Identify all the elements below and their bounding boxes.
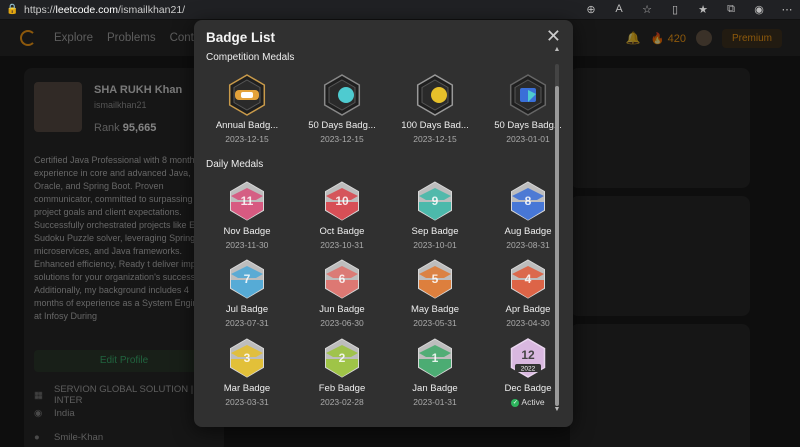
extension-icon[interactable]: ◉	[752, 3, 766, 16]
daily-medal-icon: 9	[418, 181, 452, 221]
svg-text:11: 11	[241, 194, 254, 208]
badge-item[interactable]: 5 May Badge 2023-05-31	[391, 258, 479, 328]
check-icon: ✓	[511, 398, 520, 407]
badge-date: 2023-06-30	[320, 318, 364, 328]
badge-name: Nov Badge	[223, 226, 271, 237]
daily-medals-title: Daily Medals	[206, 159, 264, 170]
badge-item[interactable]: 100 Days Bad... 2023-12-15	[391, 74, 479, 144]
badge-item[interactable]: 11 Nov Badge 2023-11-30	[203, 180, 291, 250]
daily-medal-icon: 7	[230, 259, 264, 299]
split-screen-icon[interactable]: ▯	[668, 3, 682, 16]
favorite-icon[interactable]: ☆	[640, 3, 654, 16]
browser-address-bar: 🔒 https://leetcode.com/ismailkhan21/ ⊕ A…	[0, 0, 800, 20]
badge-name: May Badge	[410, 304, 460, 315]
100-days-badge-icon	[416, 74, 454, 116]
badge-date: 2023-07-31	[225, 318, 269, 328]
favorites-icon[interactable]: ★	[696, 3, 710, 16]
svg-text:10: 10	[335, 194, 349, 208]
more-icon[interactable]: ⋯	[780, 3, 794, 16]
svg-text:9: 9	[432, 194, 439, 208]
badge-item[interactable]: 3 Mar Badge 2023-03-31	[203, 337, 291, 407]
badge-item[interactable]: 7 Jul Badge 2023-07-31	[203, 258, 291, 328]
svg-text:2022: 2022	[521, 366, 536, 373]
badge-date: 2023-03-31	[225, 397, 269, 407]
badge-item[interactable]: 50 Days Badg... 2023-12-15	[298, 74, 386, 144]
svg-text:7: 7	[244, 272, 251, 286]
svg-text:12: 12	[521, 348, 535, 362]
read-aloud-icon[interactable]: A	[612, 3, 626, 16]
badge-name: 100 Days Bad...	[401, 120, 469, 131]
badge-date: 2023-11-30	[225, 240, 269, 250]
badge-date: 2023-10-01	[413, 240, 457, 250]
svg-text:8: 8	[525, 194, 532, 208]
badge-item[interactable]: 2 Feb Badge 2023-02-28	[298, 337, 386, 407]
50-days-badge-icon	[323, 74, 361, 116]
badge-name: 50 Days Badg...	[308, 120, 376, 131]
close-icon[interactable]: ✕	[546, 26, 561, 47]
daily-medal-icon: 5	[418, 259, 452, 299]
daily-medal-icon: 3	[230, 338, 264, 378]
lock-icon: 🔒	[6, 3, 19, 15]
badge-item[interactable]: Annual Badg... 2023-12-15	[203, 74, 291, 144]
svg-text:4: 4	[525, 272, 532, 286]
svg-text:5: 5	[432, 272, 439, 286]
badge-item[interactable]: 6 Jun Badge 2023-06-30	[298, 258, 386, 328]
modal-scrollbar-thumb[interactable]	[555, 86, 559, 406]
badge-name: Feb Badge	[318, 383, 366, 394]
daily-medal-icon: 8	[511, 181, 545, 221]
collections-icon[interactable]: ⧉	[724, 3, 738, 16]
badge-date: 2023-12-15	[413, 134, 457, 144]
modal-title: Badge List	[206, 30, 276, 45]
scroll-up-icon[interactable]: ▲	[553, 46, 561, 53]
badge-name: Jul Badge	[225, 304, 269, 315]
competition-medals-title: Competition Medals	[206, 52, 295, 63]
badge-date: 2023-01-31	[413, 397, 457, 407]
badge-item[interactable]: 1 Jan Badge 2023-01-31	[391, 337, 479, 407]
badge-item[interactable]: 10 Oct Badge 2023-10-31	[298, 180, 386, 250]
badge-name: Mar Badge	[223, 383, 271, 394]
badge-list-modal: Badge List ✕ Competition Medals Annual B…	[194, 20, 573, 427]
zoom-icon[interactable]: ⊕	[584, 3, 598, 16]
svg-text:2: 2	[339, 351, 346, 365]
svg-text:6: 6	[339, 272, 346, 286]
annual-badge-2023-icon	[228, 74, 266, 116]
badge-date: 2023-10-31	[320, 240, 364, 250]
svg-text:3: 3	[244, 351, 251, 365]
badge-name: Jan Badge	[412, 383, 458, 394]
url-field[interactable]: https://leetcode.com/ismailkhan21/	[24, 4, 185, 16]
scroll-down-icon[interactable]: ▼	[553, 406, 561, 413]
badge-name: Jun Badge	[319, 304, 365, 315]
svg-text:1: 1	[432, 351, 439, 365]
badge-name: Sep Badge	[411, 226, 459, 237]
badge-name: Oct Badge	[319, 226, 365, 237]
50-days-badge-2022-icon	[509, 74, 547, 116]
daily-medal-icon: 6	[325, 259, 359, 299]
badge-date: 2023-12-15	[320, 134, 364, 144]
daily-medal-icon: 11	[230, 181, 264, 221]
badge-date: 2023-12-15	[225, 134, 269, 144]
badge-date: 2023-05-31	[413, 318, 457, 328]
badge-name: Annual Badg...	[215, 120, 279, 131]
daily-medal-icon: 2	[325, 338, 359, 378]
daily-medal-icon: 12 2022	[510, 338, 546, 378]
daily-medal-icon: 10	[325, 181, 359, 221]
badge-item[interactable]: 9 Sep Badge 2023-10-01	[391, 180, 479, 250]
daily-medal-icon: 1	[418, 338, 452, 378]
badge-date: 2023-02-28	[320, 397, 364, 407]
daily-medal-icon: 4	[511, 259, 545, 299]
